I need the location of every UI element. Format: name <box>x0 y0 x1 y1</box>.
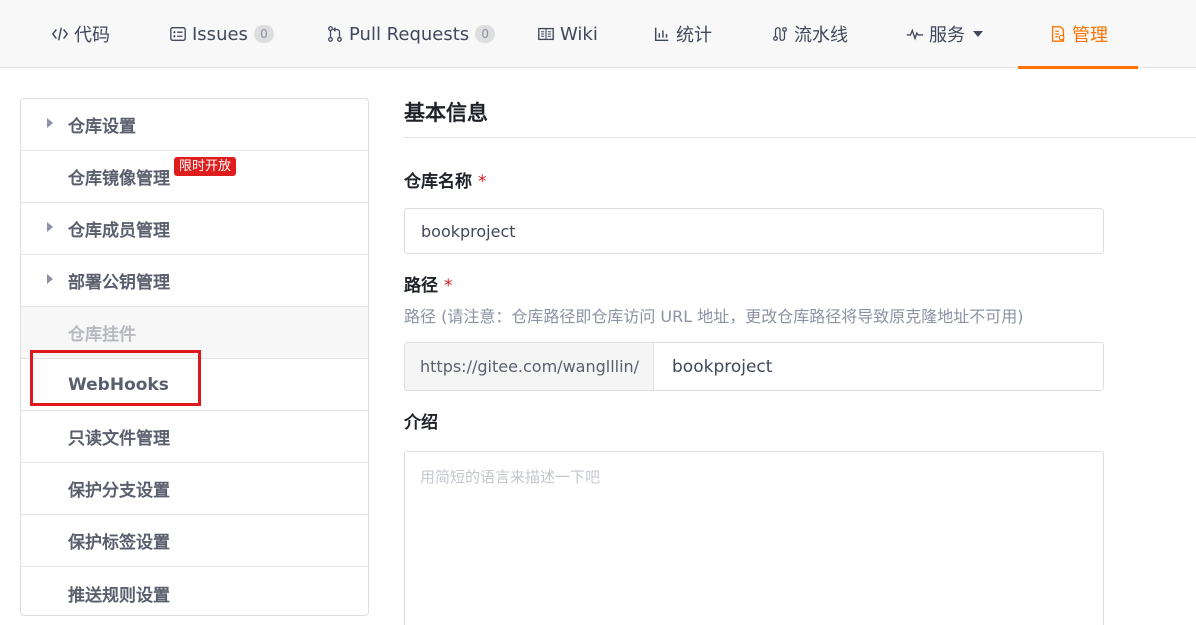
sidebar-item-repo-settings[interactable]: 仓库设置 <box>21 99 368 151</box>
tab-wiki[interactable]: Wiki <box>536 0 598 68</box>
repo-name-label: 仓库名称 * <box>404 170 1196 194</box>
tab-label: 服务 <box>929 25 965 46</box>
sidebar-item-protected-branches[interactable]: 保护分支设置 <box>21 463 368 515</box>
issues-icon <box>168 24 188 44</box>
sidebar-item-label: 只读文件管理 <box>68 429 170 449</box>
pull-requests-count-badge: 0 <box>475 25 496 43</box>
settings-sidebar: 仓库设置 仓库镜像管理 限时开放 仓库成员管理 部署公钥管理 仓库挂件 WebH… <box>20 98 369 616</box>
sidebar-item-label: WebHooks <box>68 374 169 395</box>
intro-textarea[interactable]: 用简短的语言来描述一下吧 <box>404 451 1104 625</box>
chevron-down-icon <box>973 31 983 37</box>
tab-code[interactable]: 代码 <box>50 0 110 68</box>
path-label-text: 路径 <box>404 276 438 296</box>
pull-request-icon <box>325 24 345 44</box>
caret-right-icon <box>47 274 53 284</box>
sidebar-item-label: 保护分支设置 <box>68 481 170 501</box>
code-icon <box>50 24 70 44</box>
tab-label: 管理 <box>1072 25 1108 46</box>
path-input-group: https://gitee.com/wanglllin/ bookproject <box>404 342 1104 391</box>
sidebar-item-widgets: 仓库挂件 <box>21 307 368 359</box>
intro-placeholder: 用简短的语言来描述一下吧 <box>420 468 601 486</box>
sidebar-item-label: 仓库设置 <box>68 117 136 137</box>
sidebar-item-label: 仓库镜像管理 <box>68 169 170 189</box>
sidebar-item-webhooks[interactable]: WebHooks <box>21 359 368 411</box>
caret-right-icon <box>47 118 53 128</box>
sidebar-item-label: 推送规则设置 <box>68 585 170 606</box>
tab-label: Pull Requests <box>349 23 470 45</box>
tab-stats[interactable]: 统计 <box>652 0 712 68</box>
section-title: 基本信息 <box>404 98 1196 138</box>
tab-services[interactable]: 服务 <box>905 0 983 68</box>
sidebar-item-deploy-keys[interactable]: 部署公钥管理 <box>21 255 368 307</box>
required-mark: * <box>478 172 487 192</box>
tab-label: 统计 <box>676 25 712 46</box>
tab-pull-requests[interactable]: Pull Requests 0 <box>325 0 496 68</box>
tab-pipeline[interactable]: 流水线 <box>770 0 848 68</box>
intro-label: 介绍 <box>404 413 438 433</box>
sidebar-item-protected-tags[interactable]: 保护标签设置 <box>21 515 368 567</box>
sidebar-item-readonly-files[interactable]: 只读文件管理 <box>21 411 368 463</box>
tab-manage[interactable]: 管理 <box>1018 0 1138 69</box>
bar-chart-icon <box>652 24 672 44</box>
tab-issues[interactable]: Issues 0 <box>168 0 274 68</box>
sidebar-item-mirror[interactable]: 仓库镜像管理 限时开放 <box>21 151 368 203</box>
repo-name-label-text: 仓库名称 <box>404 172 472 192</box>
tab-label: 代码 <box>74 25 110 46</box>
sidebar-item-members[interactable]: 仓库成员管理 <box>21 203 368 255</box>
limited-time-badge: 限时开放 <box>174 157 237 176</box>
path-input[interactable]: bookproject <box>654 343 1103 390</box>
repo-name-value: bookproject <box>421 221 516 241</box>
sidebar-item-push-rules[interactable]: 推送规则设置 <box>21 567 368 615</box>
repo-name-input[interactable]: bookproject <box>404 208 1104 254</box>
sidebar-item-label: 仓库挂件 <box>68 325 136 345</box>
issues-count-badge: 0 <box>253 25 274 43</box>
path-hint: 路径 (请注意：仓库路径即仓库访问 URL 地址，更改仓库路径将导致原克隆地址不… <box>404 307 1024 326</box>
sidebar-item-label: 部署公钥管理 <box>68 273 170 293</box>
sidebar-item-label: 保护标签设置 <box>68 533 170 553</box>
manage-icon <box>1048 24 1068 44</box>
sidebar-item-label: 仓库成员管理 <box>68 221 170 241</box>
repo-nav-bar: 代码 Issues 0 Pull Requests 0 Wiki 统计 流水线 <box>0 0 1196 69</box>
path-prefix: https://gitee.com/wanglllin/ <box>405 343 654 390</box>
caret-right-icon <box>47 222 53 232</box>
path-label: 路径 * <box>404 274 1196 298</box>
pulse-icon <box>905 24 925 44</box>
basic-info-form: 基本信息 仓库名称 * bookproject 路径 * 路径 (请注意：仓库路径即… <box>404 98 1196 625</box>
path-value: bookproject <box>672 356 773 377</box>
book-icon <box>536 24 556 44</box>
tab-label: Wiki <box>560 23 598 45</box>
required-mark: * <box>444 276 453 296</box>
pipeline-icon <box>770 24 790 44</box>
tab-label: Issues <box>192 23 248 45</box>
tab-label: 流水线 <box>794 25 848 46</box>
